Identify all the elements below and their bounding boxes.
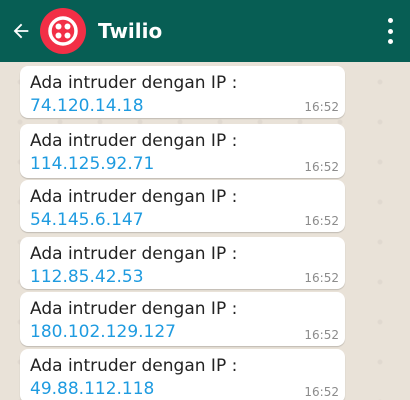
message-list: Ada intruder dengan IP : 74.120.14.18 16… [0,62,410,400]
chat-title[interactable]: Twilio [98,19,162,43]
ip-address-link[interactable]: 114.125.92.71 [30,154,154,174]
ip-address-link[interactable]: 49.88.112.118 [30,379,154,399]
twilio-logo-icon [48,16,78,46]
message-text: Ada intruder dengan IP : [30,299,238,319]
arrow-left-icon [13,23,29,39]
ip-address-link[interactable]: 180.102.129.127 [30,322,176,342]
message-time: 16:52 [304,100,339,114]
message-bubble[interactable]: Ada intruder dengan IP : 112.85.42.53 16… [20,237,345,289]
message-time: 16:52 [304,385,339,399]
message-text: Ada intruder dengan IP : [30,244,238,264]
message-time: 16:52 [304,214,339,228]
back-button[interactable] [8,18,34,44]
more-vert-icon[interactable] [386,18,394,44]
message-bubble[interactable]: Ada intruder dengan IP : 114.125.92.71 1… [20,124,345,178]
message-time: 16:52 [304,271,339,285]
ip-address-link[interactable]: 54.145.6.147 [30,210,144,230]
message-text: Ada intruder dengan IP : [30,73,238,93]
message-time: 16:52 [304,160,339,174]
message-text: Ada intruder dengan IP : [30,356,238,376]
message-text: Ada intruder dengan IP : [30,187,238,207]
avatar[interactable] [40,8,86,54]
message-text: Ada intruder dengan IP : [30,131,238,151]
message-time: 16:52 [304,328,339,342]
ip-address-link[interactable]: 112.85.42.53 [30,267,144,287]
app-bar: Twilio [0,0,410,62]
message-bubble[interactable]: Ada intruder dengan IP : 180.102.129.127… [20,292,345,346]
message-bubble[interactable]: Ada intruder dengan IP : 74.120.14.18 16… [20,66,345,118]
ip-address-link[interactable]: 74.120.14.18 [30,96,144,116]
message-bubble[interactable]: Ada intruder dengan IP : 54.145.6.147 16… [20,180,345,232]
message-bubble[interactable]: Ada intruder dengan IP : 49.88.112.118 1… [20,349,345,400]
